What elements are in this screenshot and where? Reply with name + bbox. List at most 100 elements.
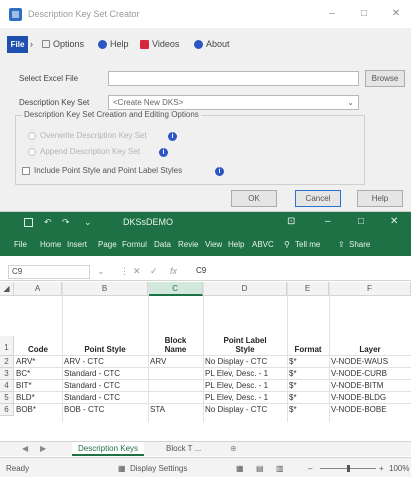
cell[interactable]: BOB - CTC — [62, 404, 148, 416]
cell[interactable] — [148, 380, 203, 392]
cell[interactable]: No Display - CTC — [203, 356, 287, 368]
maximize-icon[interactable]: □ — [354, 6, 374, 22]
cell[interactable]: Standard - CTC — [62, 392, 148, 404]
column-header-c[interactable]: C — [148, 282, 203, 296]
help-button[interactable]: Help — [357, 190, 403, 207]
zoom-out-icon[interactable]: – — [308, 464, 312, 473]
page-break-icon[interactable]: ▥ — [276, 464, 284, 473]
cell[interactable]: STA — [148, 404, 203, 416]
cell[interactable]: PL Elev, Desc. - 1 — [203, 368, 287, 380]
share-button[interactable]: Share — [349, 240, 370, 249]
excel-file-input[interactable] — [108, 71, 359, 86]
close-icon[interactable]: ✕ — [386, 6, 406, 22]
help-menu[interactable]: Help — [98, 39, 129, 49]
display-settings[interactable]: Display Settings — [130, 464, 187, 473]
cell[interactable]: $* — [287, 368, 329, 380]
cell[interactable] — [148, 368, 203, 380]
cell[interactable]: BC* — [14, 368, 62, 380]
include-styles-checkbox[interactable]: Include Point Style and Point Label Styl… — [22, 166, 182, 175]
row-header[interactable]: 4 — [0, 380, 14, 392]
column-header-d[interactable]: D — [203, 282, 287, 296]
row-header[interactable]: 5 — [0, 392, 14, 404]
options-menu[interactable]: Options — [42, 39, 84, 49]
normal-view-icon[interactable]: ▦ — [236, 464, 244, 473]
info-icon[interactable]: i — [168, 132, 177, 141]
formula-input[interactable]: C9 — [196, 266, 206, 275]
cell[interactable]: BOB* — [14, 404, 62, 416]
cell[interactable]: $* — [287, 404, 329, 416]
cell[interactable]: $* — [287, 356, 329, 368]
sheet-tab-description-keys[interactable]: Description Keys — [72, 442, 145, 456]
radio-overwrite[interactable]: Overwrite Description Key Set — [28, 131, 147, 140]
radio-append-circle[interactable] — [28, 147, 36, 156]
cell[interactable]: $* — [287, 392, 329, 404]
tell-me-input[interactable]: Tell me — [295, 240, 320, 249]
cell[interactable]: PL Elev, Desc. - 1 — [203, 380, 287, 392]
cell[interactable] — [148, 392, 203, 404]
sheet-tab-block[interactable]: Block T ... — [160, 442, 207, 456]
info-icon[interactable]: i — [159, 148, 168, 157]
close-icon[interactable]: ✕ — [390, 216, 398, 227]
cell[interactable]: V-NODE-BITM — [329, 380, 411, 392]
checkbox-box[interactable] — [22, 166, 30, 175]
row-header[interactable]: 2 — [0, 356, 14, 368]
cell[interactable]: BLD* — [14, 392, 62, 404]
ok-button[interactable]: OK — [231, 190, 277, 207]
cell[interactable]: V-NODE-CURB — [329, 368, 411, 380]
column-header-e[interactable]: E — [287, 282, 329, 296]
browse-button[interactable]: Browse — [365, 70, 405, 87]
videos-menu[interactable]: Videos — [140, 39, 179, 49]
share-icon[interactable]: ⇪ — [338, 240, 345, 249]
enter-icon[interactable]: ✓ — [150, 266, 158, 277]
tab-insert[interactable]: Insert — [67, 240, 87, 249]
file-menu[interactable]: File — [7, 36, 28, 53]
cell[interactable]: ARV - CTC — [62, 356, 148, 368]
tab-data[interactable]: Data — [154, 240, 171, 249]
header-cell-point-label-style[interactable]: Point Label Style — [213, 316, 277, 356]
cell[interactable]: V-NODE-BLDG — [329, 392, 411, 404]
cell[interactable]: ARV — [148, 356, 203, 368]
row-header[interactable]: 6 — [0, 404, 14, 416]
chevron-down-icon[interactable]: ⌄ — [97, 266, 105, 277]
about-menu[interactable]: About — [194, 39, 230, 49]
cell[interactable]: Standard - CTC — [62, 368, 148, 380]
row-header[interactable]: 1 — [0, 336, 14, 356]
customize-icon[interactable]: ⌄ — [84, 217, 92, 228]
column-header-a[interactable]: A — [14, 282, 62, 296]
column-header-b[interactable]: B — [62, 282, 148, 296]
undo-icon[interactable]: ↶ — [44, 217, 52, 228]
search-icon[interactable]: ⚲ — [284, 240, 290, 249]
function-icon[interactable]: fx — [170, 266, 177, 276]
tab-review[interactable]: Revie — [178, 240, 198, 249]
name-box[interactable]: C9 — [8, 265, 90, 279]
header-cell-point-style[interactable]: Point Style — [62, 316, 148, 356]
tab-page[interactable]: Page — [98, 240, 117, 249]
add-sheet-icon[interactable]: ⊕ — [230, 444, 237, 453]
zoom-thumb[interactable] — [347, 465, 350, 472]
tab-formulas[interactable]: Formul — [122, 240, 147, 249]
tab-help[interactable]: Help — [228, 240, 244, 249]
header-cell-block-name[interactable]: Block Name — [158, 316, 193, 356]
prev-sheet-icon[interactable]: ◀ — [22, 444, 28, 453]
column-header-f[interactable]: F — [329, 282, 411, 296]
header-cell-format[interactable]: Format — [287, 316, 329, 356]
zoom-level[interactable]: 100% — [389, 464, 409, 473]
tab-view[interactable]: View — [205, 240, 222, 249]
cell[interactable]: PL Elev, Desc. - 1 — [203, 392, 287, 404]
save-icon[interactable] — [24, 218, 33, 227]
header-cell-layer[interactable]: Layer — [329, 316, 411, 356]
tab-file[interactable]: File — [14, 240, 27, 249]
page-layout-icon[interactable]: ▤ — [256, 464, 264, 473]
restore-icon[interactable]: □ — [358, 216, 364, 227]
next-sheet-icon[interactable]: ▶ — [40, 444, 46, 453]
info-icon[interactable]: i — [215, 167, 224, 176]
row-header[interactable]: 3 — [0, 368, 14, 380]
zoom-slider[interactable] — [320, 465, 376, 472]
ribbon-display-icon[interactable]: ⊡ — [287, 216, 295, 227]
zoom-in-icon[interactable]: + — [379, 464, 384, 473]
tab-home[interactable]: Home — [40, 240, 61, 249]
tab-addin[interactable]: ABVC — [252, 240, 274, 249]
radio-overwrite-circle[interactable] — [28, 131, 36, 140]
cell[interactable]: ARV* — [14, 356, 62, 368]
header-cell-code[interactable]: Code — [14, 316, 62, 356]
